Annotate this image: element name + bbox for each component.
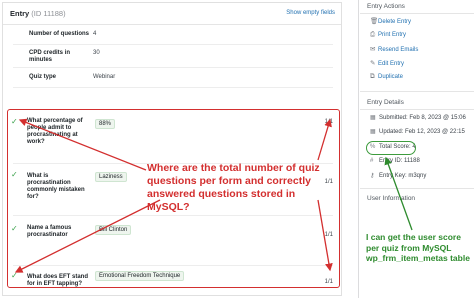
print-icon: ⎙ bbox=[370, 31, 376, 38]
entry-id-label: (ID 11188) bbox=[31, 9, 66, 18]
field-value: Webinar bbox=[93, 74, 116, 80]
section-divider bbox=[360, 91, 474, 92]
key-icon: ⚷ bbox=[370, 173, 375, 179]
action-label: Delete Entry bbox=[378, 19, 412, 25]
user-information-title: User Information bbox=[367, 195, 416, 202]
id-icon: # bbox=[370, 158, 374, 164]
show-empty-fields-link[interactable]: Show empty fields bbox=[286, 10, 335, 16]
field-label: CPD credits in minutes bbox=[29, 50, 71, 63]
entry-title: Entry (ID 11188) bbox=[10, 9, 66, 18]
annotation-question: Where are the total number of quiz quest… bbox=[147, 162, 320, 213]
detail-label: Submitted: Feb 8, 2023 @ 15:06 bbox=[379, 115, 466, 121]
row-divider bbox=[13, 44, 333, 45]
row-divider bbox=[13, 87, 333, 88]
resend-emails-button[interactable]: ✉ Resend Emails bbox=[370, 45, 418, 53]
duplicate-button[interactable]: ⧉ Duplicate bbox=[370, 73, 403, 81]
updated-date: ▦ Updated: Feb 12, 2023 @ 22:15 bbox=[370, 128, 465, 135]
trash-icon: 🗑 bbox=[370, 18, 379, 25]
edit-entry-button[interactable]: ✎ Edit Entry bbox=[370, 59, 404, 67]
print-entry-button[interactable]: ⎙ Print Entry bbox=[370, 31, 406, 39]
entry-id: # Entry ID: 11188 bbox=[370, 158, 420, 164]
mail-icon: ✉ bbox=[370, 46, 376, 53]
submitted-date: ▦ Submitted: Feb 8, 2023 @ 15:06 bbox=[370, 114, 466, 121]
entry-actions-title: Entry Actions bbox=[367, 3, 405, 10]
calendar-icon: ▦ bbox=[370, 115, 376, 121]
sidebar-divider bbox=[358, 0, 359, 298]
field-value: 4 bbox=[93, 31, 97, 37]
delete-entry-button[interactable]: 🗑Delete Entry bbox=[370, 17, 411, 25]
duplicate-icon: ⧉ bbox=[370, 73, 375, 80]
entry-header: Entry (ID 11188) Show empty fields bbox=[3, 3, 341, 25]
entry-key: ⚷ Entry Key: m3qny bbox=[370, 172, 426, 179]
action-label: Resend Emails bbox=[378, 47, 419, 53]
score-highlight-ring bbox=[366, 141, 416, 155]
entry-title-text: Entry bbox=[10, 9, 30, 18]
action-label: Edit Entry bbox=[378, 61, 405, 67]
action-label: Duplicate bbox=[378, 74, 404, 80]
field-value: 30 bbox=[93, 50, 100, 56]
section-divider bbox=[360, 109, 474, 110]
calendar-icon: ▦ bbox=[370, 129, 376, 135]
action-label: Print Entry bbox=[378, 32, 407, 38]
field-label: Quiz type bbox=[29, 74, 57, 80]
section-divider bbox=[360, 188, 474, 189]
row-divider bbox=[13, 67, 333, 68]
field-label: Number of questions bbox=[29, 31, 90, 37]
detail-label: Entry ID: 11188 bbox=[379, 158, 420, 164]
detail-label: Updated: Feb 12, 2023 @ 22:15 bbox=[379, 129, 465, 135]
section-divider bbox=[360, 13, 474, 14]
edit-icon: ✎ bbox=[370, 60, 376, 67]
entry-details-title: Entry Details bbox=[367, 99, 404, 106]
annotation-note: I can get the user score per quiz from M… bbox=[366, 232, 470, 263]
detail-label: Entry Key: m3qny bbox=[379, 173, 427, 179]
